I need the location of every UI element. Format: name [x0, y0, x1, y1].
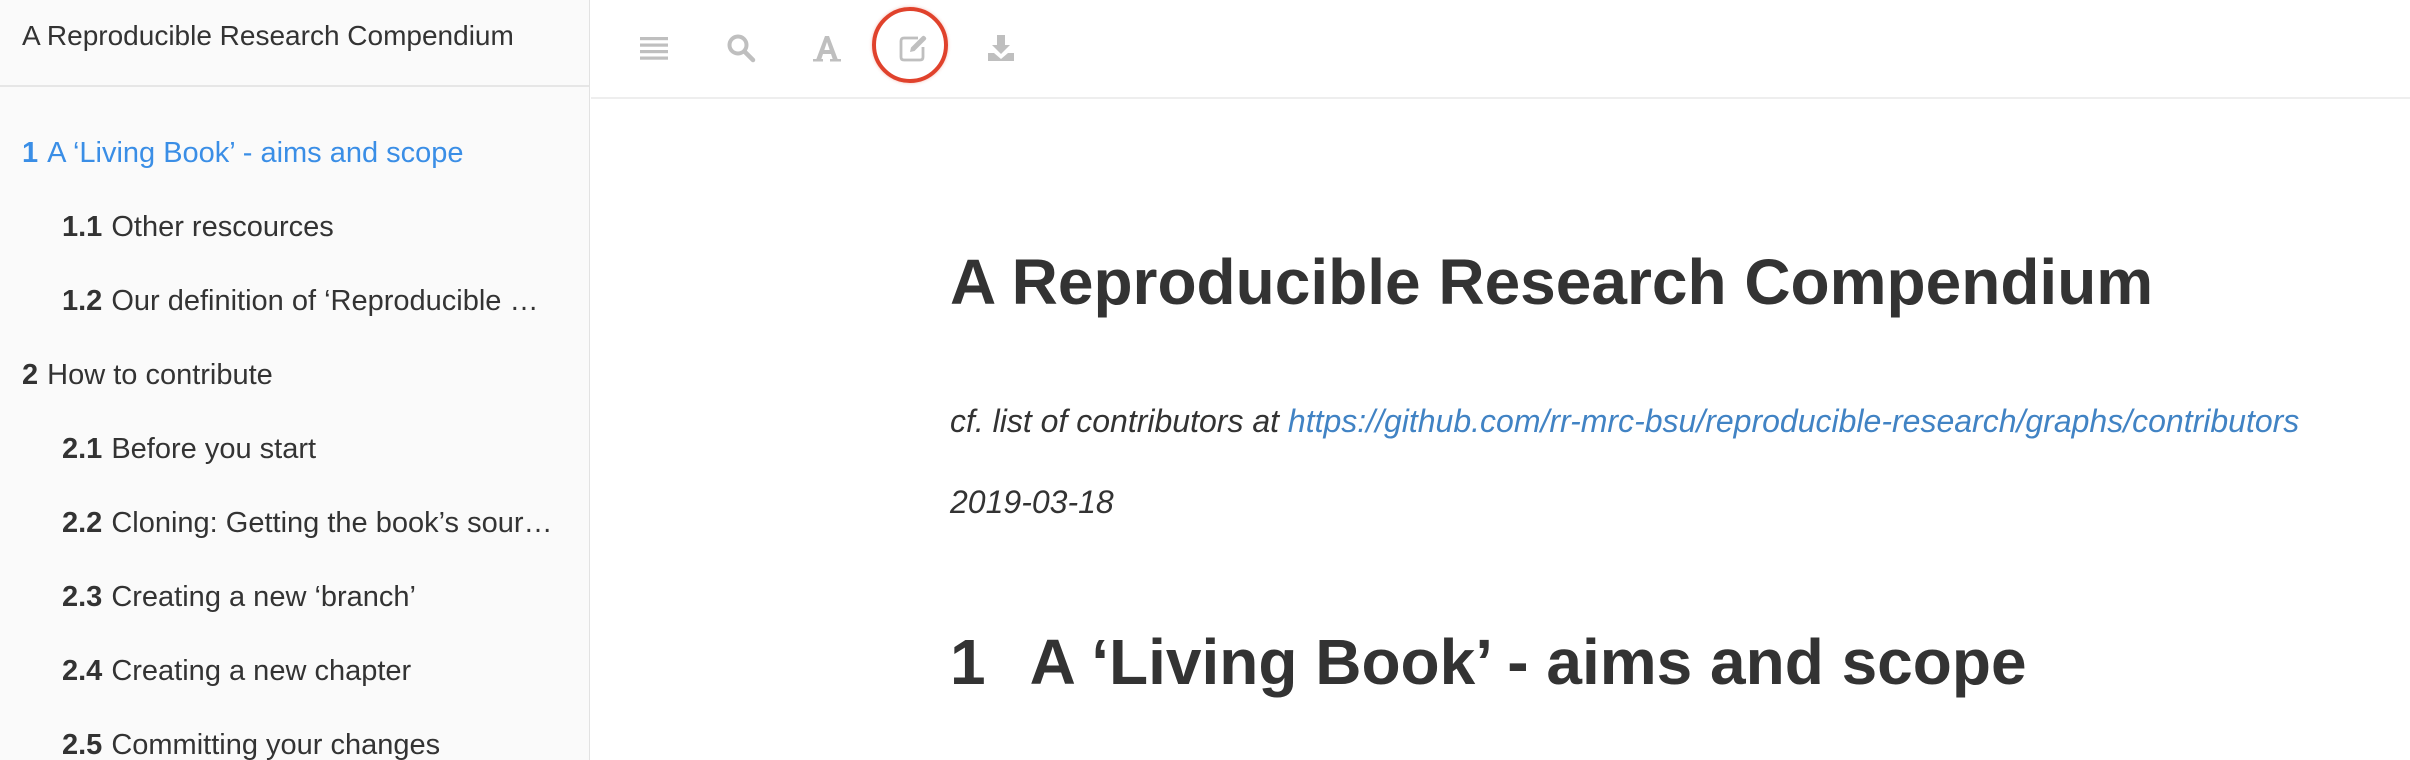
contributors-link[interactable]: https://github.com/rr-mrc-bsu/reproducib… [1288, 403, 2299, 439]
toc-item-1[interactable]: 1A ‘Living Book’ - aims and scope [0, 116, 589, 190]
toc-item-number: 1.2 [62, 285, 103, 317]
sidebar-book-title[interactable]: A Reproducible Research Compendium [0, 0, 589, 87]
toc-item-2-3[interactable]: 2.3 Creating a new ‘branch’ [0, 560, 589, 634]
toc-toggle-button[interactable] [632, 26, 676, 70]
font-settings-icon [812, 33, 842, 63]
toc-item-label: Cloning: Getting the book’s sour… [111, 507, 553, 539]
toc-item-2-2[interactable]: 2.2 Cloning: Getting the book’s sour… [0, 486, 589, 560]
toc-item-label: Before you start [111, 433, 317, 465]
section-heading: 1A ‘Living Book’ - aims and scope [950, 630, 2027, 694]
publication-date: 2019-03-18 [950, 484, 1114, 520]
download-icon [986, 33, 1016, 63]
contributors-line: cf. list of contributors at https://gith… [950, 401, 2299, 443]
table-of-contents: 1A ‘Living Book’ - aims and scope 1.1 Othe… [0, 116, 589, 760]
toc-item-2-5[interactable]: 2.5 Committing your changes [0, 708, 589, 760]
toc-item-1-2[interactable]: 1.2 Our definition of ‘Reproducible … [0, 264, 589, 338]
toc-item-label: Creating a new ‘branch’ [111, 581, 416, 613]
toc-item-number: 2 [22, 359, 39, 391]
page-title: A Reproducible Research Compendium [950, 246, 2154, 318]
toc-toggle-icon [639, 35, 669, 61]
toc-item-number: 2.5 [62, 729, 103, 760]
toc-item-number: 1.1 [62, 211, 103, 243]
toc-item-number: 2.4 [62, 655, 103, 687]
toc-item-2[interactable]: 2 How to contribute [0, 338, 589, 412]
toc-item-number: 2.3 [62, 581, 103, 613]
sidebar: A Reproducible Research Compendium 1A ‘L… [0, 0, 590, 760]
toc-item-label: Our definition of ‘Reproducible … [111, 285, 539, 317]
contributors-prefix: cf. list of contributors at [950, 403, 1280, 439]
toc-item-2-1[interactable]: 2.1 Before you start [0, 412, 589, 486]
search-icon [726, 33, 756, 63]
toc-item-label: Creating a new chapter [111, 655, 412, 687]
download-button[interactable] [979, 26, 1023, 70]
toolbar [591, 0, 2410, 99]
toc-item-2-4[interactable]: 2.4 Creating a new chapter [0, 634, 589, 708]
search-button[interactable] [719, 26, 763, 70]
toc-item-label: How to contribute [47, 359, 273, 391]
toc-item-number: 2.1 [62, 433, 103, 465]
toc-item-number: 2.2 [62, 507, 103, 539]
toc-item-number: 1 [22, 137, 39, 169]
edit-button[interactable] [891, 26, 935, 70]
toc-item-label: Committing your changes [111, 729, 441, 760]
section-title: A ‘Living Book’ - aims and scope [1029, 626, 2027, 698]
section-number: 1 [950, 626, 986, 698]
toc-item-label: Other rescources [111, 211, 334, 243]
toc-item-1-1[interactable]: 1.1 Other rescources [0, 190, 589, 264]
toc-item-label: A ‘Living Book’ - aims and scope [47, 137, 464, 169]
font-settings-button[interactable] [805, 26, 849, 70]
edit-icon [898, 33, 928, 63]
